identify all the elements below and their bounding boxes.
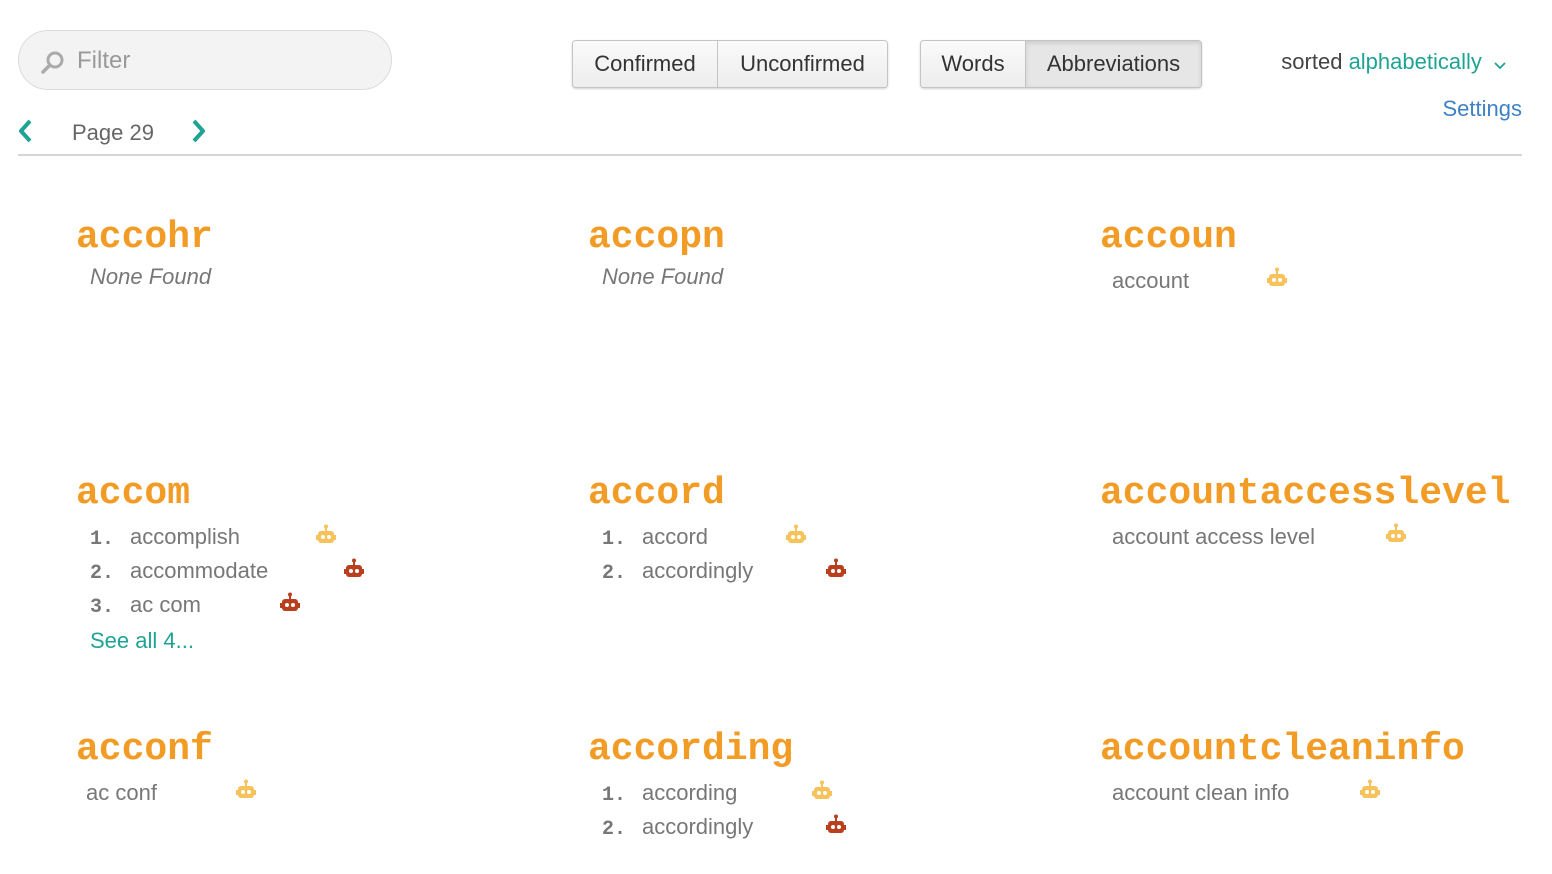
item-number: 1. (90, 528, 115, 551)
robot-icon-dark (280, 592, 300, 614)
expansion-item[interactable]: account access level (1112, 522, 1540, 552)
expansion-item[interactable]: 1. accomplish (90, 520, 576, 554)
robot-icon-light (812, 780, 832, 802)
expansion-item[interactable]: 2. accordingly (602, 554, 1088, 588)
abbreviation-term[interactable]: according (588, 728, 1088, 772)
sort-prefix: sorted (1281, 49, 1343, 74)
expansion-item[interactable]: account (1112, 266, 1540, 296)
entry-card: accoun account (1100, 216, 1540, 296)
robot-icon-light (1267, 267, 1287, 289)
robot-icon-dark (344, 558, 364, 580)
item-number: 2. (602, 562, 627, 585)
search-icon (41, 51, 65, 80)
chevron-down-icon[interactable] (1494, 50, 1506, 76)
expansion-text: account (1112, 268, 1190, 293)
robot-icon-light (236, 779, 256, 801)
item-number: 1. (602, 528, 627, 551)
pager: Page 29 (16, 116, 216, 148)
entry-card: accountaccesslevel account access level (1100, 472, 1540, 552)
previous-page-icon[interactable] (16, 118, 34, 149)
filter-input[interactable] (75, 43, 379, 79)
abbreviation-term[interactable]: acconf (76, 728, 576, 772)
entry-card: acconf ac conf (76, 728, 576, 808)
expansion-text: account access level (1112, 524, 1315, 549)
abbreviation-term[interactable]: accountcleaninfo (1100, 728, 1540, 772)
filter-box[interactable] (18, 30, 392, 90)
expansion-text: accord (642, 524, 709, 549)
abbreviation-term[interactable]: accoun (1100, 216, 1540, 260)
robot-icon-light (316, 524, 336, 546)
expansion-list: 1. accord 2. accordingly (602, 520, 1088, 588)
expansion-text: accordingly (642, 814, 754, 839)
expansion-text: accordingly (642, 558, 754, 583)
abbreviation-term[interactable]: accountaccesslevel (1100, 472, 1540, 516)
abbreviation-term[interactable]: accopn (588, 216, 1088, 260)
expansion-item[interactable]: ac conf (86, 778, 576, 808)
robot-icon-light (786, 524, 806, 546)
none-found-label: None Found (90, 264, 212, 289)
settings-link[interactable]: Settings (1443, 96, 1523, 122)
entry-card: accom 1. accomplish 2. accommodate 3. ac co… (76, 472, 576, 654)
expansion-text: accommodate (130, 558, 269, 583)
next-page-icon[interactable] (190, 118, 208, 149)
header-divider (18, 154, 1522, 156)
entry-card: according 1. according 2. accordingly (588, 728, 1088, 844)
item-number: 2. (602, 818, 627, 841)
see-all-link[interactable]: See all 4... (90, 628, 576, 654)
expansion-text: ac conf (86, 780, 157, 805)
type-toggle: Words Abbreviations (920, 40, 1202, 88)
robot-icon-light (1386, 523, 1406, 545)
expansion-text: ac com (130, 592, 201, 617)
unconfirmed-button[interactable]: Unconfirmed (717, 41, 887, 87)
expansion-item[interactable]: 2. accordingly (602, 810, 1088, 844)
confirmed-button[interactable]: Confirmed (573, 41, 717, 87)
expansion-item[interactable]: 3. ac com (90, 588, 576, 622)
none-found-label: None Found (602, 264, 724, 289)
expansion-item[interactable]: account clean info (1112, 778, 1540, 808)
entry-card: accopn None Found (588, 216, 1088, 290)
expansion-item[interactable]: 1. accord (602, 520, 1088, 554)
robot-icon-dark (826, 814, 846, 836)
expansion-item[interactable]: 1. according (602, 776, 1088, 810)
expansion-item[interactable]: 2. accommodate (90, 554, 576, 588)
item-number: 3. (90, 596, 115, 619)
robot-icon-light (1360, 779, 1380, 801)
words-button[interactable]: Words (921, 41, 1025, 87)
abbreviation-term[interactable]: accom (76, 472, 576, 516)
abbreviations-button[interactable]: Abbreviations (1025, 41, 1201, 87)
robot-icon-dark (826, 558, 846, 580)
item-number: 1. (602, 784, 627, 807)
sort-control: sorted alphabetically (1281, 49, 1506, 76)
abbreviation-term[interactable]: accord (588, 472, 1088, 516)
page-label: Page 29 (72, 120, 154, 145)
entry-card: accohr None Found (76, 216, 576, 290)
status-toggle: Confirmed Unconfirmed (572, 40, 888, 88)
abbreviation-term[interactable]: accohr (76, 216, 576, 260)
expansion-text: according (642, 780, 738, 805)
expansion-text: account clean info (1112, 780, 1290, 805)
expansion-text: accomplish (130, 524, 241, 549)
expansion-list: 1. accomplish 2. accommodate 3. ac com (90, 520, 576, 622)
expansion-list: 1. according 2. accordingly (602, 776, 1088, 844)
sort-dropdown[interactable]: alphabetically (1349, 49, 1482, 74)
entry-card: accountcleaninfo account clean info (1100, 728, 1540, 808)
item-number: 2. (90, 562, 115, 585)
entry-card: accord 1. accord 2. accordingly (588, 472, 1088, 588)
